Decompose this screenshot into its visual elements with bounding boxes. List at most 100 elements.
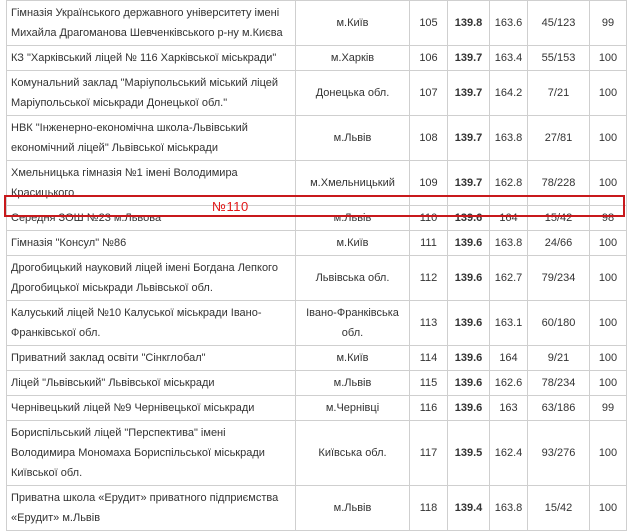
cell-s2: 163.8 [489, 115, 528, 161]
table-row: НВК "Інженерно-економічна школа-Львівськ… [6, 115, 627, 161]
cell-region: м.Харків [295, 45, 410, 71]
cell-region: м.Львів [295, 370, 410, 396]
table-body: Гімназія Українського державного універс… [6, 0, 627, 531]
cell-ratio: 15/42 [527, 205, 590, 231]
cell-s2: 163 [489, 395, 528, 421]
table-row: Бориспільський ліцей "Перспектива" імені… [6, 420, 627, 486]
cell-region: Львівська обл. [295, 255, 410, 301]
cell-ratio: 9/21 [527, 345, 590, 371]
cell-ratio: 78/234 [527, 370, 590, 396]
cell-ratio: 45/123 [527, 0, 590, 46]
cell-name: Гімназія Українського державного універс… [6, 0, 296, 46]
cell-name: Дрогобицький науковий ліцей імені Богдан… [6, 255, 296, 301]
cell-rank: 118 [409, 485, 448, 531]
cell-rank: 113 [409, 300, 448, 346]
cell-name: Бориспільський ліцей "Перспектива" імені… [6, 420, 296, 486]
cell-s2: 163.4 [489, 45, 528, 71]
cell-name: Чернівецький ліцей №9 Чернівецької міськ… [6, 395, 296, 421]
cell-score: 139.4 [447, 485, 490, 531]
cell-pct: 99 [589, 395, 627, 421]
highlight-annotation: №110 [212, 199, 249, 214]
cell-ratio: 93/276 [527, 420, 590, 486]
cell-name: Комунальний заклад "Маріупольський міськ… [6, 70, 296, 116]
cell-rank: 114 [409, 345, 448, 371]
cell-score: 139.8 [447, 0, 490, 46]
cell-s2: 163.6 [489, 0, 528, 46]
cell-s2: 164 [489, 345, 528, 371]
table-row: Дрогобицький науковий ліцей імені Богдан… [6, 255, 627, 301]
cell-pct: 100 [589, 300, 627, 346]
cell-score: 139.6 [447, 300, 490, 346]
cell-score: 139.6 [447, 370, 490, 396]
cell-score: 139.6 [447, 395, 490, 421]
cell-pct: 99 [589, 0, 627, 46]
cell-pct: 98 [589, 205, 627, 231]
cell-pct: 100 [589, 420, 627, 486]
cell-rank: 106 [409, 45, 448, 71]
cell-pct: 100 [589, 255, 627, 301]
cell-s2: 163.8 [489, 485, 528, 531]
cell-ratio: 24/66 [527, 230, 590, 256]
cell-pct: 100 [589, 370, 627, 396]
table-row: Середня ЗОШ №23 м.Львова м.Львів 110 139.6 1… [6, 205, 627, 231]
cell-region: м.Київ [295, 0, 410, 46]
table-row: Приватний заклад освіти "Сінкглобал" м.Ки… [6, 345, 627, 371]
cell-name: Приватна школа «Ерудит» приватного підпр… [6, 485, 296, 531]
cell-s2: 164 [489, 205, 528, 231]
cell-rank: 117 [409, 420, 448, 486]
cell-ratio: 79/234 [527, 255, 590, 301]
cell-ratio: 7/21 [527, 70, 590, 116]
cell-region: м.Чернівці [295, 395, 410, 421]
cell-s2: 162.8 [489, 160, 528, 206]
table-row: КЗ "Харківський ліцей № 116 Харківської … [6, 45, 627, 71]
cell-pct: 100 [589, 45, 627, 71]
cell-s2: 162.6 [489, 370, 528, 396]
cell-rank: 105 [409, 0, 448, 46]
table-row: Калуський ліцей №10 Калуської міськради … [6, 300, 627, 346]
table-row: Комунальний заклад "Маріупольський міськ… [6, 70, 627, 116]
cell-s2: 163.8 [489, 230, 528, 256]
cell-region: м.Львів [295, 115, 410, 161]
cell-name: Ліцей "Львівський" Львівської міськради [6, 370, 296, 396]
cell-region: м.Львів [295, 205, 410, 231]
cell-region: Донецька обл. [295, 70, 410, 116]
cell-region: Івано-Франківська обл. [295, 300, 410, 346]
cell-rank: 108 [409, 115, 448, 161]
cell-rank: 109 [409, 160, 448, 206]
table-row: Чернівецький ліцей №9 Чернівецької міськ… [6, 395, 627, 421]
cell-score: 139.7 [447, 45, 490, 71]
cell-ratio: 63/186 [527, 395, 590, 421]
cell-rank: 112 [409, 255, 448, 301]
cell-name: Середня ЗОШ №23 м.Львова [6, 205, 296, 231]
cell-region: м.Київ [295, 230, 410, 256]
cell-s2: 162.4 [489, 420, 528, 486]
cell-name: Гімназія "Консул" №86 [6, 230, 296, 256]
cell-pct: 100 [589, 485, 627, 531]
cell-rank: 107 [409, 70, 448, 116]
cell-pct: 100 [589, 230, 627, 256]
cell-region: Київська обл. [295, 420, 410, 486]
cell-name: НВК "Інженерно-економічна школа-Львівськ… [6, 115, 296, 161]
table-row: Ліцей "Львівський" Львівської міськради м… [6, 370, 627, 396]
cell-pct: 100 [589, 160, 627, 206]
cell-s2: 163.1 [489, 300, 528, 346]
cell-pct: 100 [589, 70, 627, 116]
table-row: Гімназія "Консул" №86 м.Київ 111 139.6 163.8… [6, 230, 627, 256]
cell-rank: 110 [409, 205, 448, 231]
table-row: Хмельницька гімназія №1 імені Володимира… [6, 160, 627, 206]
cell-ratio: 15/42 [527, 485, 590, 531]
school-ranking-table: Гімназія Українського державного універс… [6, 0, 627, 531]
cell-pct: 100 [589, 345, 627, 371]
cell-region: м.Львів [295, 485, 410, 531]
cell-score: 139.7 [447, 70, 490, 116]
cell-score: 139.6 [447, 230, 490, 256]
table-row: Приватна школа «Ерудит» приватного підпр… [6, 485, 627, 531]
cell-ratio: 55/153 [527, 45, 590, 71]
cell-ratio: 27/81 [527, 115, 590, 161]
cell-ratio: 78/228 [527, 160, 590, 206]
cell-name: Приватний заклад освіти "Сінкглобал" [6, 345, 296, 371]
cell-region: м.Хмельницький [295, 160, 410, 206]
cell-ratio: 60/180 [527, 300, 590, 346]
cell-name: Калуський ліцей №10 Калуської міськради … [6, 300, 296, 346]
cell-score: 139.6 [447, 205, 490, 231]
